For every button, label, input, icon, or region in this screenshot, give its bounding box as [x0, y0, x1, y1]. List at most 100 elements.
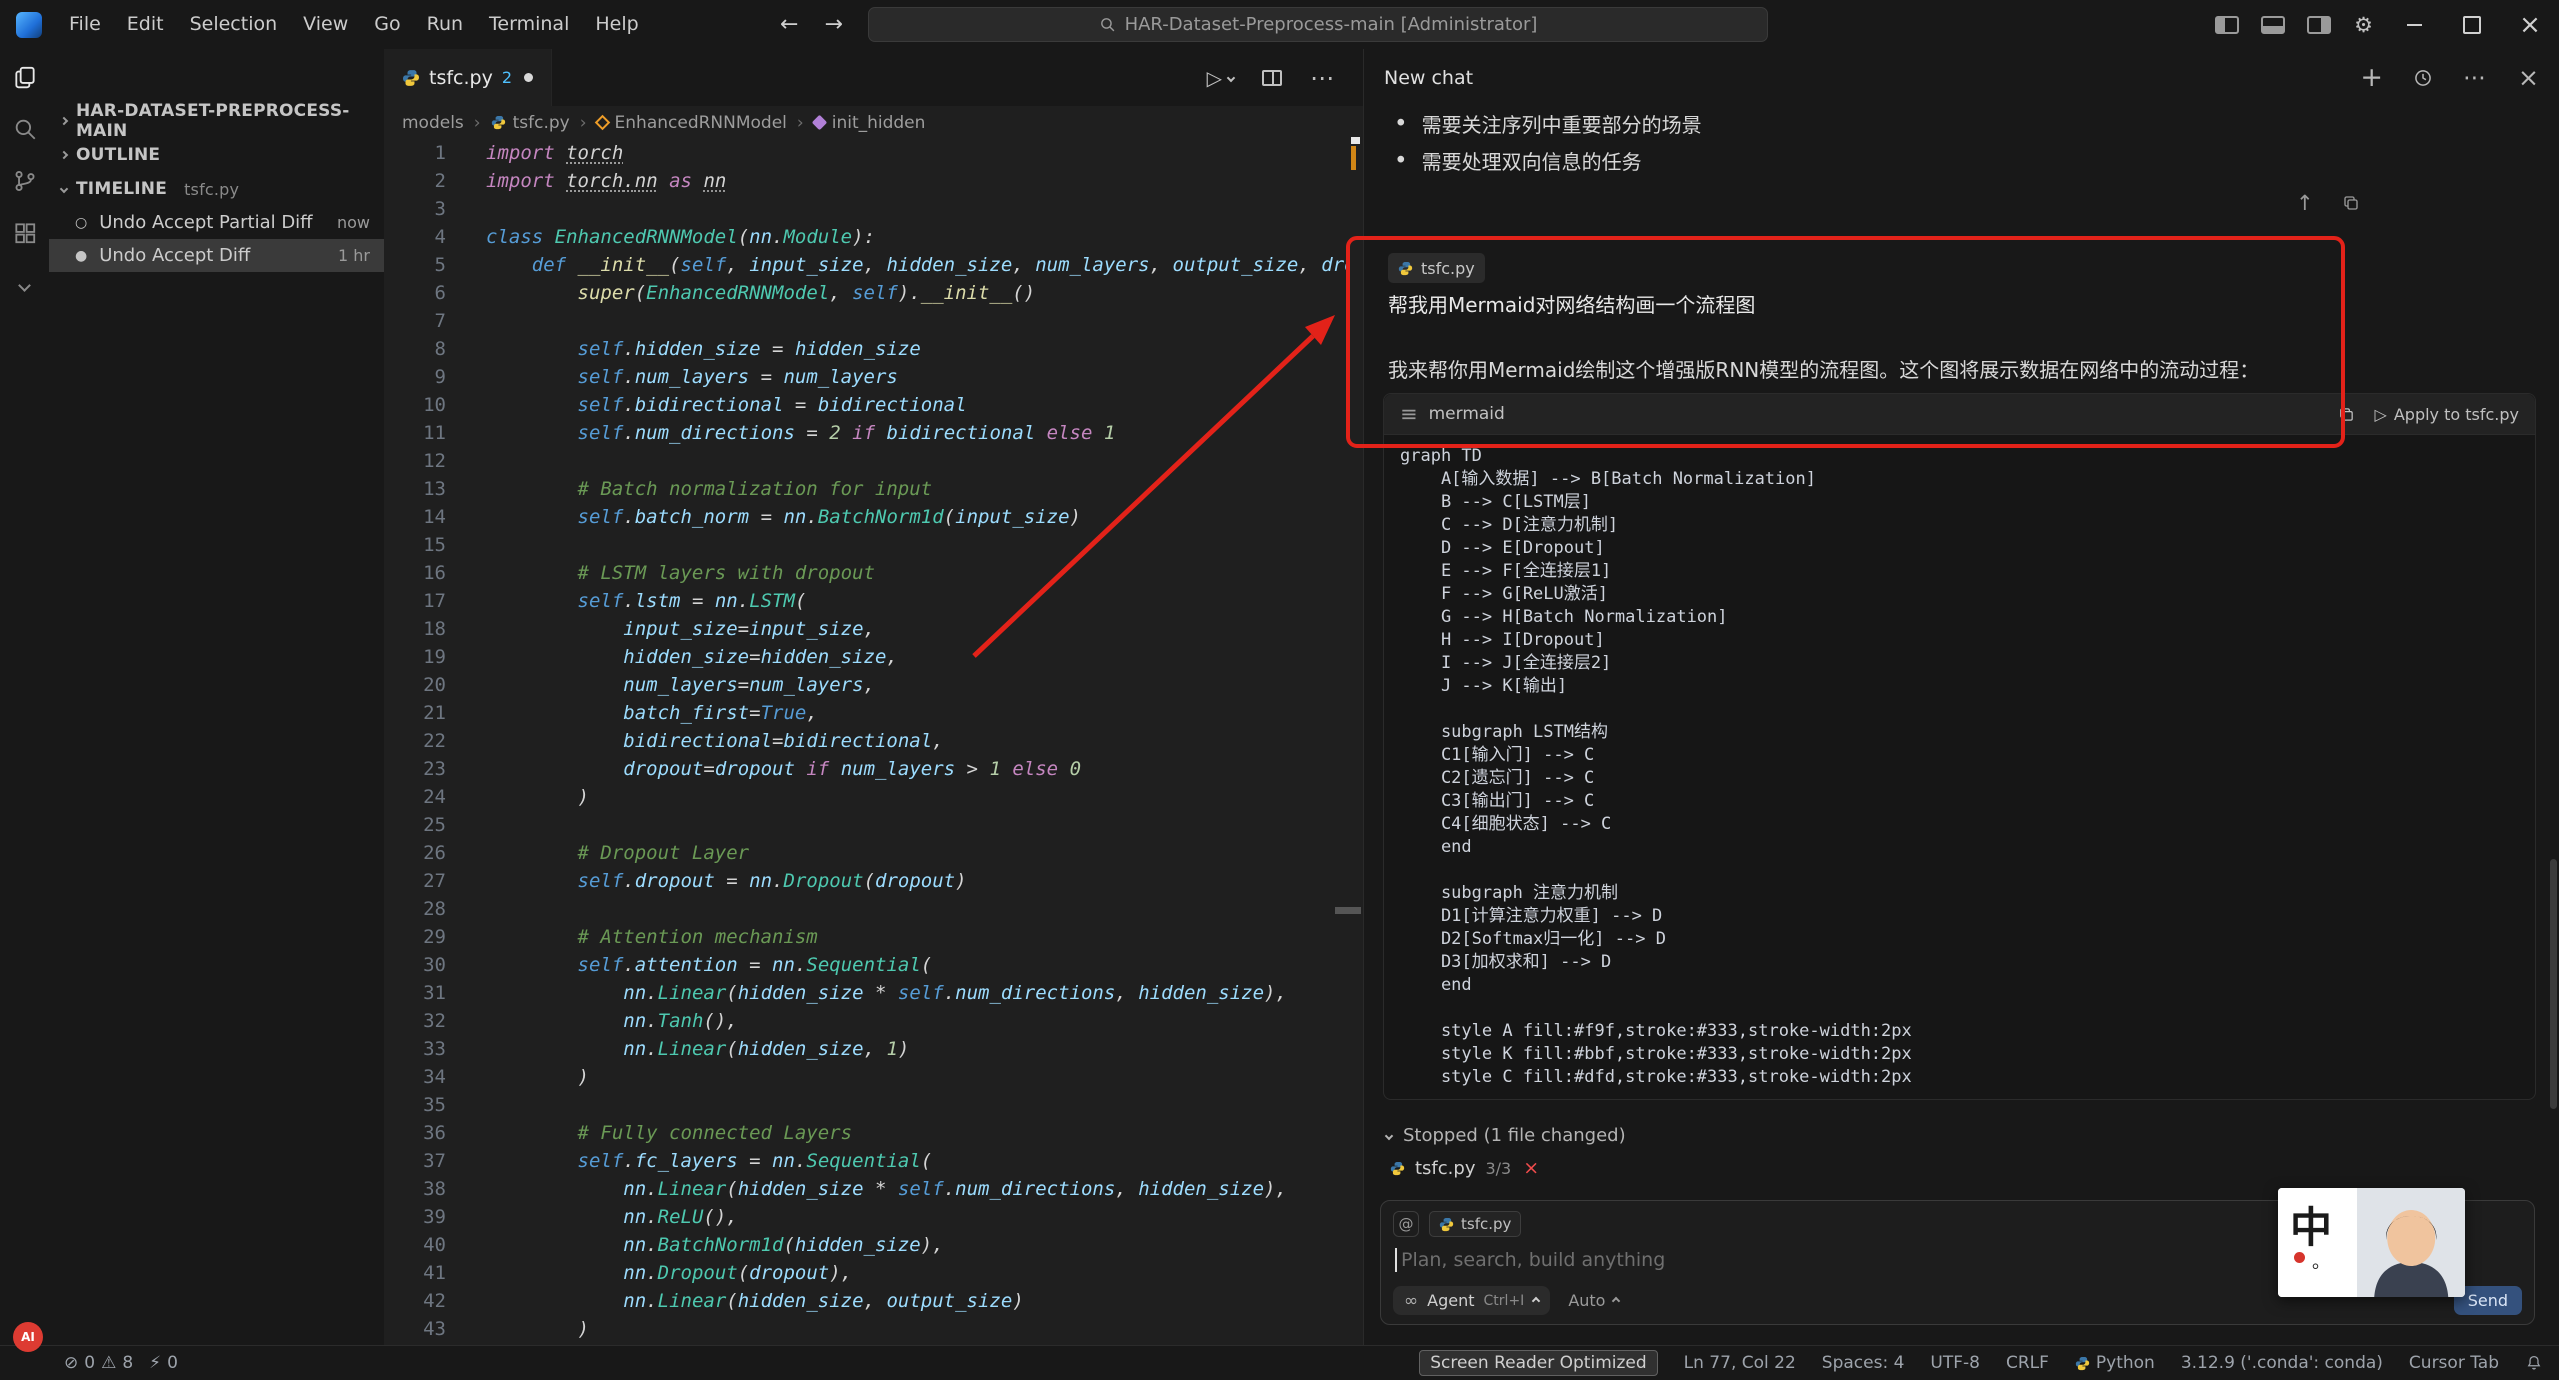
line-number[interactable]: 32 — [384, 1007, 446, 1035]
line-number[interactable]: 24 — [384, 783, 446, 811]
line-number[interactable]: 21 — [384, 699, 446, 727]
split-editor-icon[interactable] — [1262, 70, 1282, 86]
changed-file-row[interactable]: tsfc.py 3/3 × — [1390, 1157, 1539, 1179]
editor-more-actions-icon[interactable]: ⋯ — [1310, 64, 1335, 92]
add-context-button[interactable]: @ — [1393, 1211, 1419, 1237]
line-number[interactable]: 18 — [384, 615, 446, 643]
line-number[interactable]: 2 — [384, 167, 446, 195]
status-extra-counter[interactable]: ⚡0 — [149, 1353, 178, 1373]
line-number[interactable]: 13 — [384, 475, 446, 503]
breadcrumb-class[interactable]: EnhancedRNNModel — [597, 113, 787, 133]
line-number[interactable]: 26 — [384, 839, 446, 867]
cursor-position-status[interactable]: Ln 77, Col 22 — [1684, 1353, 1796, 1373]
more-views-chevron-icon[interactable] — [11, 271, 39, 299]
sidebar-section-timeline[interactable]: TIMELINE tsfc.py — [49, 172, 384, 206]
line-number[interactable]: 16 — [384, 559, 446, 587]
line-number[interactable]: 10 — [384, 391, 446, 419]
cursor-tab-status[interactable]: Cursor Tab — [2409, 1353, 2499, 1373]
copy-icon[interactable] — [2342, 194, 2360, 212]
chat-more-icon[interactable]: ⋯ — [2463, 65, 2488, 91]
notifications-bell-icon[interactable] — [2525, 1354, 2543, 1372]
command-search-box[interactable]: HAR-Dataset-Preprocess-main [Administrat… — [868, 7, 1768, 42]
menu-view[interactable]: View — [290, 0, 361, 49]
menu-selection[interactable]: Selection — [177, 0, 291, 49]
editor-scrollbar-mark[interactable] — [1335, 907, 1361, 914]
indentation-status[interactable]: Spaces: 4 — [1822, 1353, 1905, 1373]
toggle-panel-icon[interactable] — [2261, 16, 2285, 34]
window-close-button[interactable]: × — [2501, 0, 2559, 49]
explorer-icon[interactable] — [11, 63, 39, 91]
nav-forward-icon[interactable]: → — [824, 12, 842, 37]
cursor-ai-badge[interactable]: AI — [13, 1322, 43, 1352]
line-number[interactable]: 30 — [384, 951, 446, 979]
line-number[interactable]: 37 — [384, 1147, 446, 1175]
timeline-item[interactable]: ●Undo Accept Diff1 hr — [49, 239, 384, 272]
arrow-up-icon[interactable]: ↑ — [2296, 191, 2314, 215]
sidebar-section-project[interactable]: HAR-DATASET-PREPROCESS-MAIN — [49, 104, 384, 138]
line-number[interactable]: 12 — [384, 447, 446, 475]
line-number[interactable]: 5 — [384, 251, 446, 279]
copy-icon[interactable] — [2338, 406, 2355, 423]
line-number[interactable]: 14 — [384, 503, 446, 531]
menu-terminal[interactable]: Terminal — [476, 0, 582, 49]
chat-tab-new-chat[interactable]: New chat — [1384, 67, 1473, 89]
line-number[interactable]: 17 — [384, 587, 446, 615]
menu-go[interactable]: Go — [361, 0, 413, 49]
history-icon[interactable] — [2413, 68, 2433, 88]
screen-reader-status[interactable]: Screen Reader Optimized — [1419, 1350, 1657, 1376]
line-number[interactable]: 4 — [384, 223, 446, 251]
menu-run[interactable]: Run — [414, 0, 476, 49]
search-icon[interactable] — [11, 115, 39, 143]
breadcrumb-file[interactable]: tsfc.py — [491, 113, 570, 133]
line-number[interactable]: 36 — [384, 1119, 446, 1147]
line-number[interactable]: 43 — [384, 1315, 446, 1343]
line-number[interactable]: 6 — [384, 279, 446, 307]
problems-indicator[interactable]: ⊘0 ⚠8 — [64, 1353, 133, 1373]
eol-status[interactable]: CRLF — [2006, 1353, 2049, 1373]
tab-tsfc-py[interactable]: tsfc.py 2 — [384, 49, 552, 106]
encoding-status[interactable]: UTF-8 — [1930, 1353, 1980, 1373]
language-mode-status[interactable]: Python — [2075, 1353, 2155, 1373]
line-number[interactable]: 19 — [384, 643, 446, 671]
line-number[interactable]: 3 — [384, 195, 446, 223]
agent-mode-selector[interactable]: ∞ Agent Ctrl+I — [1393, 1286, 1550, 1315]
line-number[interactable]: 31 — [384, 979, 446, 1007]
code-editor[interactable]: 1import torch2import torch.nn as nn34cla… — [384, 139, 1349, 1345]
apply-to-file-button[interactable]: ▷Apply to tsfc.py — [2375, 405, 2519, 424]
interpreter-status[interactable]: 3.12.9 ('.conda': conda) — [2181, 1353, 2383, 1373]
line-number[interactable]: 8 — [384, 335, 446, 363]
discard-x-icon[interactable]: × — [1523, 1157, 1539, 1179]
line-number[interactable]: 11 — [384, 419, 446, 447]
line-number[interactable]: 1 — [384, 139, 446, 167]
line-number[interactable]: 9 — [384, 363, 446, 391]
model-selector[interactable]: Auto — [1568, 1291, 1619, 1310]
new-chat-plus-icon[interactable]: + — [2360, 68, 2383, 88]
line-number[interactable]: 38 — [384, 1175, 446, 1203]
line-number[interactable]: 22 — [384, 727, 446, 755]
line-number[interactable]: 28 — [384, 895, 446, 923]
stopped-status-row[interactable]: Stopped (1 file changed) — [1386, 1125, 1626, 1146]
toggle-secondary-sidebar-icon[interactable] — [2307, 16, 2331, 34]
extensions-icon[interactable] — [11, 219, 39, 247]
line-number[interactable]: 20 — [384, 671, 446, 699]
chat-scrollbar[interactable] — [2550, 859, 2557, 1109]
line-number[interactable]: 41 — [384, 1259, 446, 1287]
line-number[interactable]: 35 — [384, 1091, 446, 1119]
sidebar-section-outline[interactable]: OUTLINE — [49, 138, 384, 172]
menu-edit[interactable]: Edit — [114, 0, 177, 49]
line-number[interactable]: 34 — [384, 1063, 446, 1091]
window-maximize-button[interactable] — [2443, 0, 2501, 49]
source-control-icon[interactable] — [11, 167, 39, 195]
line-number[interactable]: 25 — [384, 811, 446, 839]
toggle-sidebar-icon[interactable] — [2215, 16, 2239, 34]
line-number[interactable]: 27 — [384, 867, 446, 895]
line-number[interactable]: 40 — [384, 1231, 446, 1259]
line-number[interactable]: 33 — [384, 1035, 446, 1063]
line-number[interactable]: 39 — [384, 1203, 446, 1231]
line-number[interactable]: 29 — [384, 923, 446, 951]
run-button[interactable]: ▷ — [1207, 66, 1234, 90]
breadcrumb-method[interactable]: init_hidden — [814, 113, 926, 133]
chat-close-icon[interactable]: × — [2518, 63, 2539, 92]
mermaid-code-content[interactable]: graph TD A[输入数据] --> B[Batch Normalizati… — [1384, 435, 2535, 1099]
menu-file[interactable]: File — [56, 0, 114, 49]
